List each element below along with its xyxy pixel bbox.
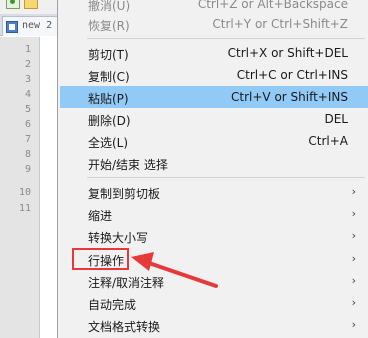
- annotation-arrow-icon: [131, 252, 218, 288]
